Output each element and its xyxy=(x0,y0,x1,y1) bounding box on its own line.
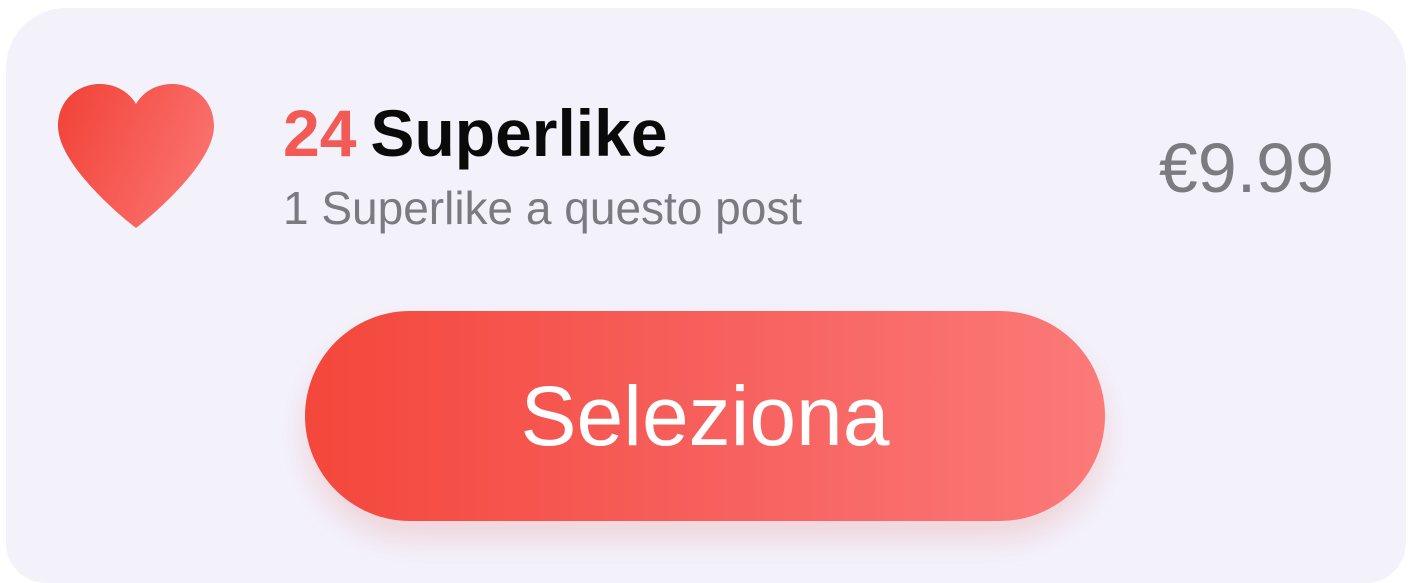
offer-subtitle: 1 Superlike a questo post xyxy=(283,182,803,234)
offer-price: €9.99 xyxy=(1158,129,1334,207)
offer-title: 24 Superlike xyxy=(283,93,668,173)
offer-name: Superlike xyxy=(370,96,668,170)
select-button[interactable]: Seleziona xyxy=(305,311,1105,521)
superlike-count: 24 xyxy=(283,96,357,170)
heart-icon xyxy=(50,78,222,236)
superlike-offer-card: 24 Superlike 1 Superlike a questo post €9… xyxy=(6,8,1406,583)
